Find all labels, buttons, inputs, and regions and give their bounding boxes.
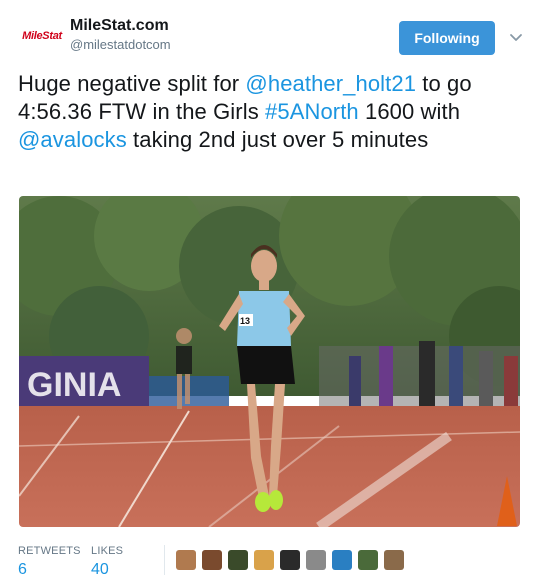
liker-avatar[interactable] (358, 550, 378, 570)
account-handle[interactable]: @milestatdotcom (70, 36, 171, 54)
liker-avatar[interactable] (228, 550, 248, 570)
tweet-photo[interactable]: GINIA 13 (19, 196, 520, 527)
liker-avatar[interactable] (176, 550, 196, 570)
liker-avatar[interactable] (306, 550, 326, 570)
avatar[interactable]: MileStat (18, 24, 66, 48)
retweets-stat[interactable]: RETWEETS 6 (18, 545, 81, 579)
display-name[interactable]: MileStat.com (70, 16, 171, 36)
race-photo-illustration: GINIA 13 (19, 196, 520, 527)
likes-count[interactable]: 40 (91, 559, 123, 579)
liker-avatar[interactable] (202, 550, 222, 570)
bib-number: 13 (240, 316, 250, 326)
mention-link[interactable]: @heather_holt21 (245, 71, 416, 96)
tweet-text: Huge negative split for @heather_holt21 … (18, 70, 518, 154)
tweet-text-segment: taking 2nd just over 5 minutes (126, 127, 429, 152)
liker-avatar[interactable] (384, 550, 404, 570)
photo-banner-text: GINIA (27, 366, 121, 404)
retweets-label: RETWEETS (18, 545, 81, 557)
chevron-down-icon[interactable] (508, 29, 524, 45)
stats-divider (164, 545, 165, 575)
tweet-header: MileStat MileStat.com @milestatdotcom Fo… (18, 14, 533, 60)
likes-label: LIKES (91, 545, 124, 557)
liker-avatar[interactable] (280, 550, 300, 570)
retweets-count[interactable]: 6 (18, 559, 81, 579)
tweet-text-segment: 1600 with (358, 99, 461, 124)
liker-avatar[interactable] (332, 550, 352, 570)
avatar-logo-text: MileStat (22, 30, 62, 42)
liker-avatar[interactable] (254, 550, 274, 570)
following-button[interactable]: Following (399, 21, 495, 55)
likes-stat[interactable]: LIKES 40 (91, 545, 123, 579)
hashtag-link[interactable]: #5ANorth (265, 99, 359, 124)
liker-avatars (176, 550, 410, 570)
mention-link[interactable]: @avalocks (18, 127, 127, 152)
tweet-text-segment: Huge negative split for (18, 71, 246, 96)
account-names[interactable]: MileStat.com @milestatdotcom (70, 16, 171, 54)
